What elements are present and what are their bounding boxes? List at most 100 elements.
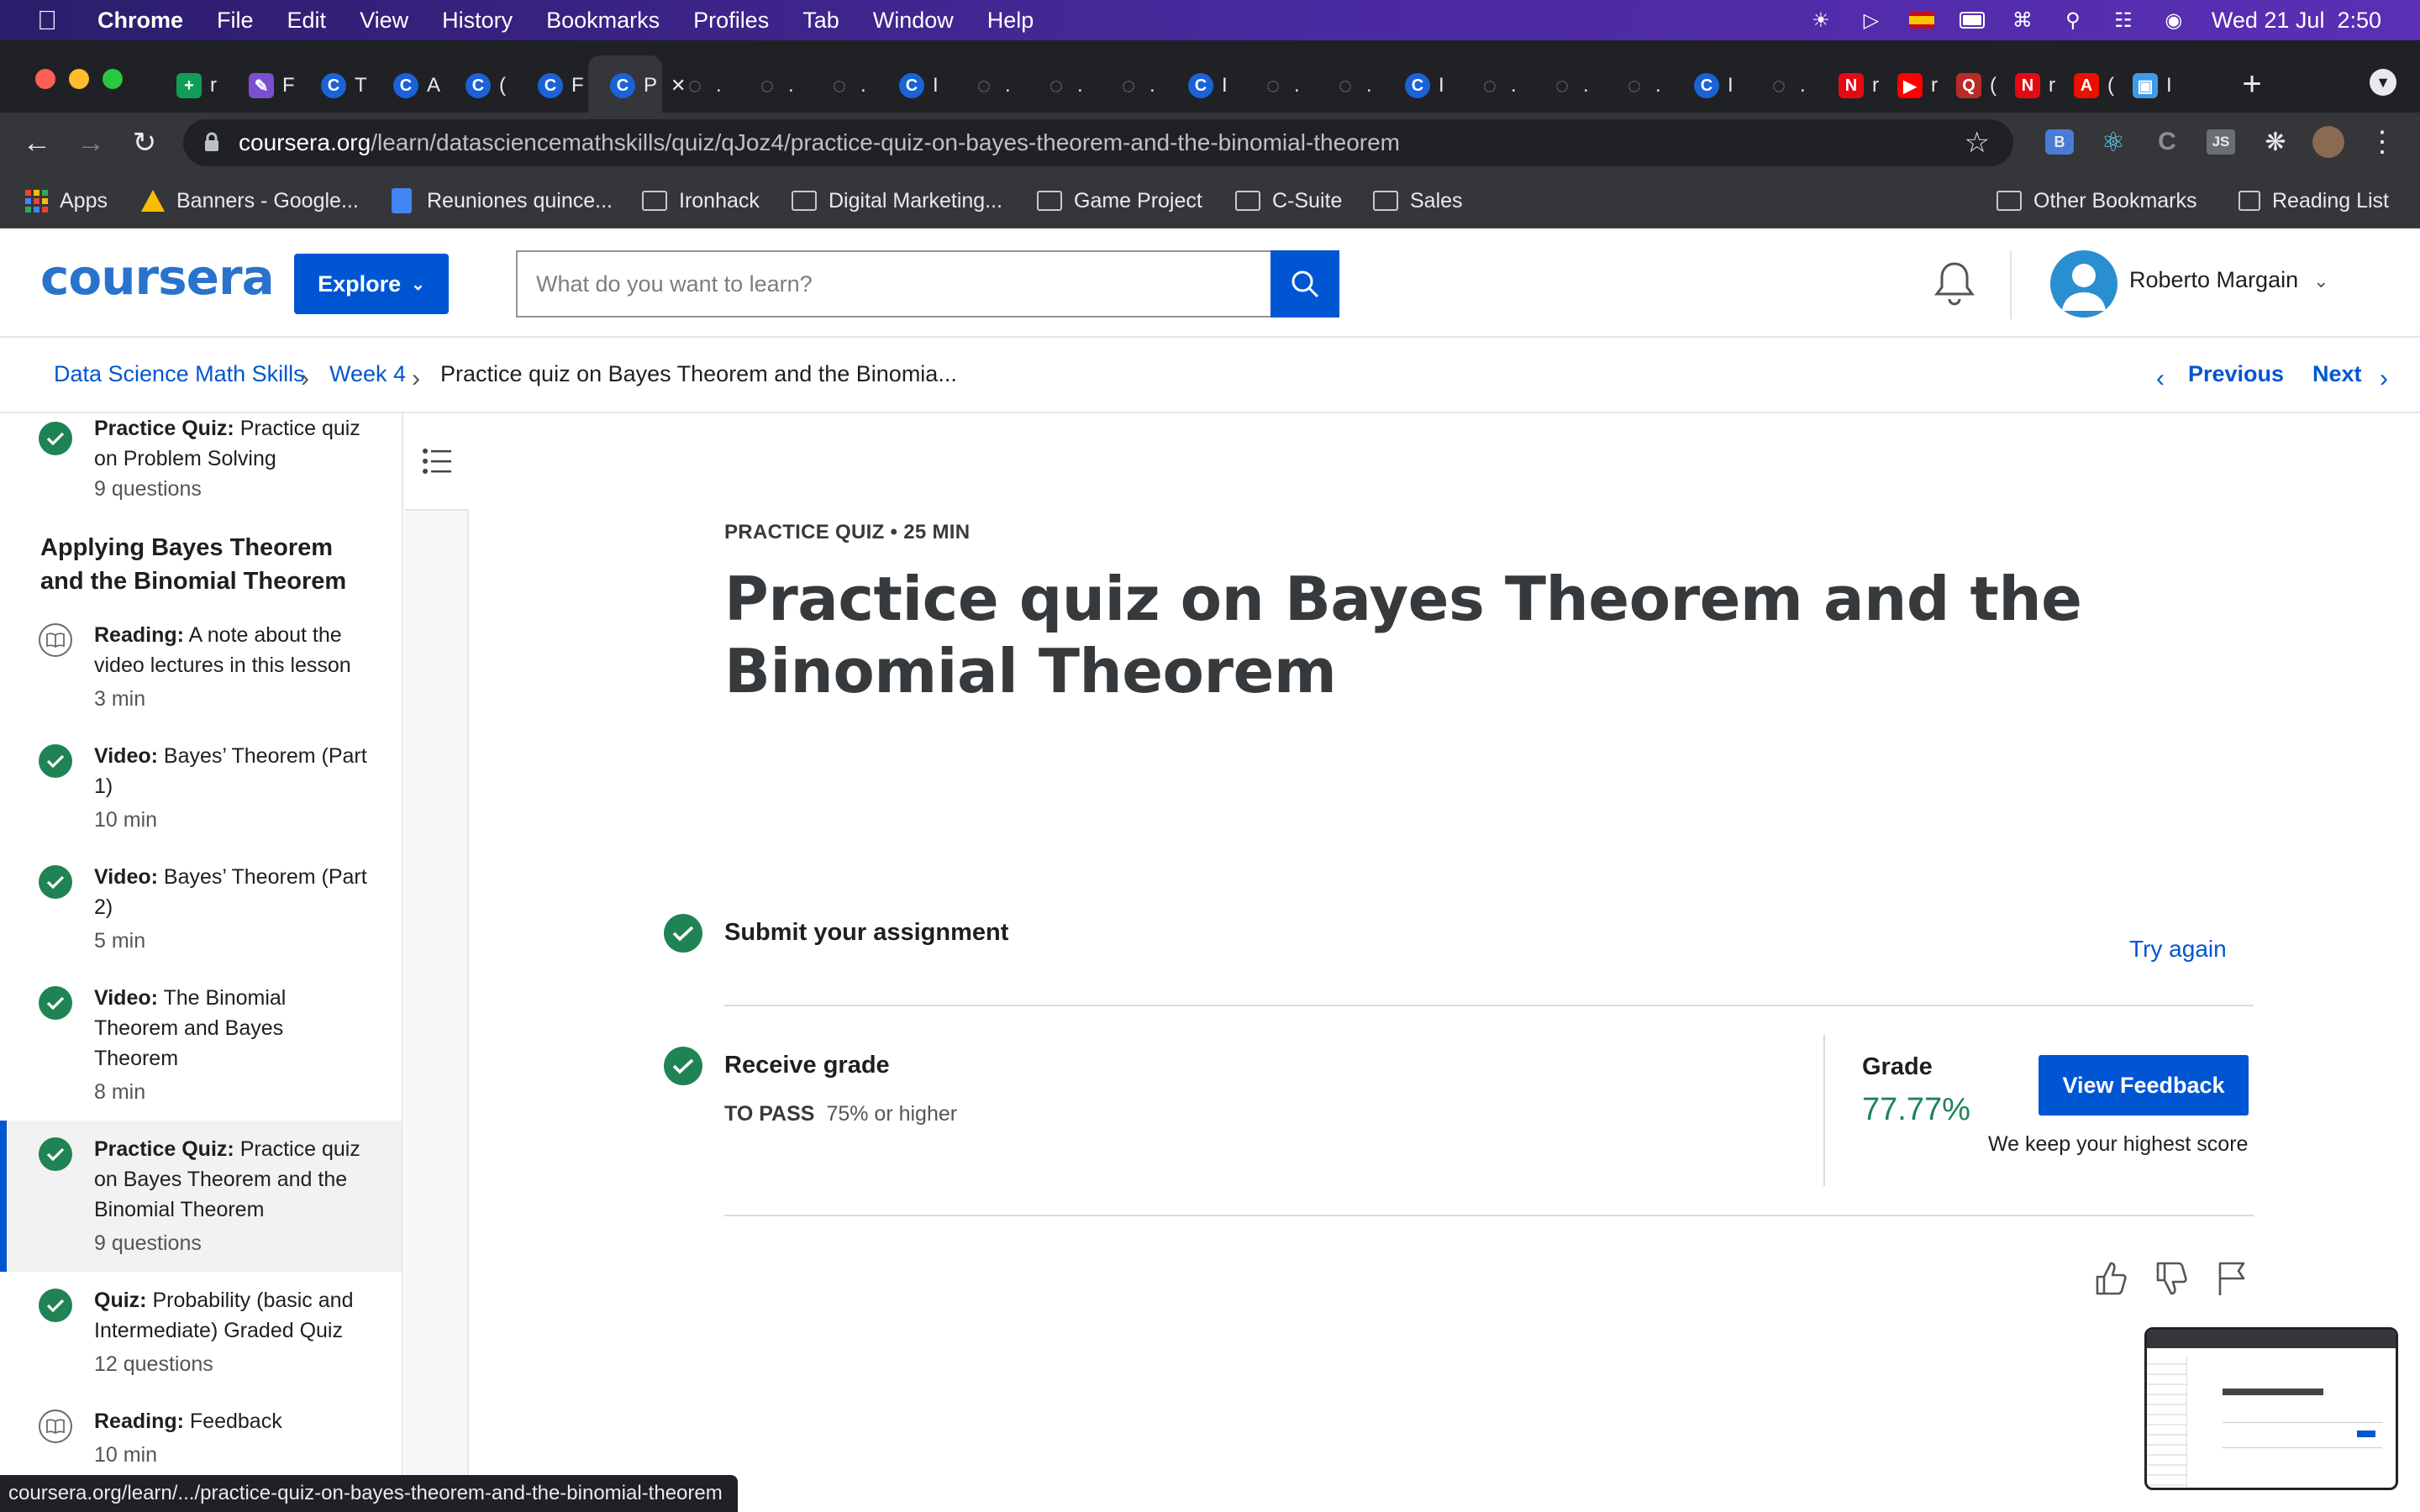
play-circle-icon[interactable]: ▷ bbox=[1859, 8, 1884, 33]
bookmark-digital-marketing[interactable]: Digital Marketing... bbox=[792, 173, 1002, 228]
tab[interactable]: CF bbox=[526, 59, 584, 113]
tab[interactable]: ◌. bbox=[671, 59, 722, 113]
next-button[interactable]: Next bbox=[2312, 361, 2362, 387]
toc-toggle-button[interactable] bbox=[405, 413, 469, 511]
tab[interactable]: ◌. bbox=[1465, 59, 1517, 113]
menu-app-name[interactable]: Chrome bbox=[97, 8, 183, 34]
window-close-button[interactable] bbox=[35, 69, 55, 89]
bookmark-banners[interactable]: Banners - Google... bbox=[141, 173, 359, 228]
thumbs-up-icon[interactable] bbox=[2092, 1260, 2129, 1301]
tab[interactable]: CA bbox=[381, 59, 440, 113]
tab[interactable]: ◌. bbox=[1249, 59, 1300, 113]
search-button[interactable] bbox=[1270, 250, 1339, 318]
tab[interactable]: ◌. bbox=[743, 59, 794, 113]
explore-button[interactable]: Explore ⌄ bbox=[294, 254, 449, 314]
tab[interactable]: ✎ F bbox=[237, 59, 295, 113]
sun-icon[interactable]: ☀ bbox=[1808, 8, 1833, 33]
menu-profiles[interactable]: Profiles bbox=[693, 8, 769, 34]
menu-window[interactable]: Window bbox=[873, 8, 954, 34]
spotlight-search-icon[interactable]: ⚲ bbox=[2060, 8, 2086, 33]
tab[interactable]: ◌. bbox=[1032, 59, 1083, 113]
tab[interactable]: Nr bbox=[1827, 59, 1879, 113]
menu-help[interactable]: Help bbox=[987, 8, 1034, 34]
chrome-menu-icon[interactable]: ⋮ bbox=[2368, 126, 2396, 158]
book-open-icon bbox=[39, 1410, 72, 1443]
tab[interactable]: ◌. bbox=[1321, 59, 1372, 113]
thumbs-down-icon[interactable] bbox=[2153, 1260, 2190, 1301]
bookmark-star-icon[interactable]: ☆ bbox=[1965, 126, 1990, 160]
menu-tab[interactable]: Tab bbox=[802, 8, 839, 34]
menu-file[interactable]: File bbox=[217, 8, 254, 34]
tab[interactable]: ◌. bbox=[1538, 59, 1589, 113]
profile-avatar-icon[interactable] bbox=[2312, 126, 2344, 158]
avatar[interactable] bbox=[2050, 250, 2118, 318]
bookmark-reuniones[interactable]: Reuniones quince... bbox=[392, 173, 613, 228]
chevron-right-icon[interactable]: › bbox=[2380, 365, 2388, 393]
tab[interactable]: + r bbox=[165, 59, 217, 113]
bookmark-ironhack[interactable]: Ironhack bbox=[642, 173, 760, 228]
new-tab-button[interactable]: + bbox=[2235, 66, 2269, 102]
chevron-left-icon[interactable]: ‹ bbox=[2156, 365, 2165, 393]
address-bar[interactable]: coursera.org/learn/datasciencemathskills… bbox=[183, 119, 2013, 166]
battery-icon[interactable] bbox=[1959, 8, 1985, 33]
extensions-puzzle-icon[interactable]: ❋ bbox=[2260, 126, 2291, 158]
tab[interactable]: ◌. bbox=[1104, 59, 1155, 113]
apple-icon[interactable]:  bbox=[37, 5, 60, 36]
back-arrow-icon[interactable]: ← bbox=[20, 124, 54, 161]
flag-report-icon[interactable] bbox=[2215, 1260, 2249, 1301]
tab-search-icon[interactable]: ▼ bbox=[2370, 69, 2396, 96]
bookmark-game-project[interactable]: Game Project bbox=[1037, 173, 1202, 228]
reload-icon[interactable]: ↻ bbox=[128, 124, 161, 161]
tab[interactable]: CT bbox=[309, 59, 367, 113]
section-title: Applying Bayes Theorem and the Binomial … bbox=[40, 534, 347, 595]
tab[interactable]: CI bbox=[1682, 59, 1733, 113]
previous-button[interactable]: Previous bbox=[2188, 361, 2284, 387]
tab[interactable]: Nr bbox=[2003, 59, 2055, 113]
tab[interactable]: ◌. bbox=[815, 59, 866, 113]
tab[interactable]: CI bbox=[1176, 59, 1228, 113]
tab[interactable]: ◌. bbox=[1610, 59, 1661, 113]
tab[interactable]: A( bbox=[2062, 59, 2114, 113]
menu-history[interactable]: History bbox=[442, 8, 513, 34]
breadcrumb-week[interactable]: Week 4 bbox=[329, 361, 406, 387]
react-devtools-icon[interactable]: ⚛ bbox=[2099, 127, 2128, 157]
breadcrumb-course[interactable]: Data Science Math Skills bbox=[54, 361, 305, 387]
window-zoom-button[interactable] bbox=[103, 69, 123, 89]
bookmark-c-suite[interactable]: C-Suite bbox=[1235, 173, 1342, 228]
tab[interactable]: ◌. bbox=[960, 59, 1011, 113]
siri-icon[interactable]: ◉ bbox=[2161, 8, 2186, 33]
tab[interactable]: ◌. bbox=[1754, 59, 1806, 113]
url-text[interactable]: coursera.org/learn/datasciencemathskills… bbox=[239, 129, 1400, 156]
extension-b-icon[interactable]: B bbox=[2045, 129, 2074, 155]
quora-icon: Q bbox=[1956, 73, 1981, 98]
view-feedback-button[interactable]: View Feedback bbox=[2039, 1055, 2249, 1116]
tab[interactable]: ▶ r bbox=[1886, 59, 1938, 113]
lock-icon[interactable] bbox=[203, 132, 220, 152]
flag-icon[interactable] bbox=[1908, 8, 1934, 33]
user-name[interactable]: Roberto Margain ⌄ bbox=[2129, 267, 2329, 293]
tab[interactable]: Q( bbox=[1944, 59, 1996, 113]
screenshot-thumbnail[interactable] bbox=[2144, 1327, 2398, 1490]
bookmark-sales[interactable]: Sales bbox=[1373, 173, 1463, 228]
search-input[interactable]: What do you want to learn? bbox=[516, 250, 1270, 318]
bookmark-other[interactable]: Other Bookmarks bbox=[1996, 173, 2197, 228]
notification-bell-icon[interactable] bbox=[1933, 260, 1976, 312]
menu-view[interactable]: View bbox=[360, 8, 408, 34]
tab[interactable]: CI bbox=[887, 59, 939, 113]
extension-js-icon[interactable]: JS bbox=[2207, 129, 2235, 155]
extension-c-icon[interactable]: C bbox=[2153, 128, 2181, 156]
tab[interactable]: C( bbox=[454, 59, 506, 113]
control-center-icon[interactable]: ☷ bbox=[2111, 8, 2136, 33]
bookmark-apps[interactable]: Apps bbox=[25, 173, 108, 228]
try-again-link[interactable]: Try again bbox=[2129, 936, 2227, 963]
tab[interactable]: CI bbox=[1393, 59, 1444, 113]
menu-edit[interactable]: Edit bbox=[287, 8, 327, 34]
window-minimize-button[interactable] bbox=[69, 69, 89, 89]
tab[interactable]: ▣ I bbox=[2121, 59, 2172, 113]
wifi-icon[interactable]: ⌘ bbox=[2010, 8, 2035, 33]
clock[interactable]: Wed 21 Jul 2:50 bbox=[2212, 8, 2381, 34]
menu-bookmarks[interactable]: Bookmarks bbox=[546, 8, 660, 34]
coursera-logo[interactable]: coursera bbox=[40, 249, 275, 306]
forward-arrow-icon[interactable]: → bbox=[74, 124, 108, 161]
reading-list[interactable]: Reading List bbox=[2238, 173, 2389, 228]
